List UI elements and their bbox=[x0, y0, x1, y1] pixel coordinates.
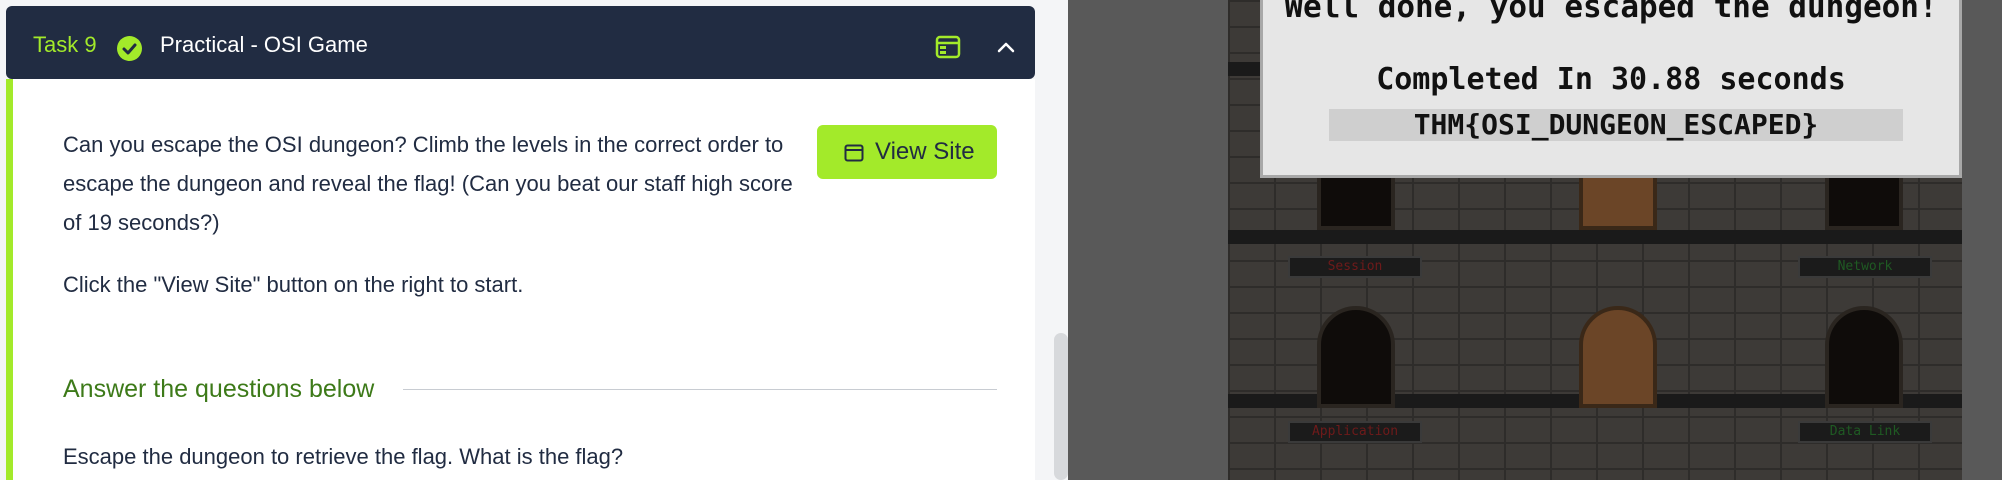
completion-time: Completed In 30.88 seconds bbox=[1376, 62, 1846, 97]
answers-heading: Answer the questions below bbox=[63, 375, 397, 404]
layer-sign-network: Network bbox=[1798, 256, 1932, 278]
task-number: Task 9 bbox=[33, 32, 97, 57]
layer-sign-data-link: Data Link bbox=[1798, 421, 1932, 443]
game-viewport: Session Network Application Data Link We… bbox=[1068, 0, 2002, 480]
view-site-label: View Site bbox=[875, 138, 975, 165]
chevron-up-icon[interactable] bbox=[994, 36, 1018, 65]
scrollbar[interactable] bbox=[1054, 333, 1068, 480]
task-instruction: Click the "View Site" button on the righ… bbox=[63, 272, 524, 297]
osi-dungeon-game[interactable]: Session Network Application Data Link We… bbox=[1228, 0, 1962, 480]
browser-window-icon[interactable] bbox=[935, 35, 961, 64]
view-site-button[interactable]: View Site bbox=[817, 125, 997, 179]
flag-text: THM{OSI_DUNGEON_ESCAPED} bbox=[1329, 109, 1903, 141]
layer-sign-application: Application bbox=[1288, 421, 1422, 443]
dungeon-door[interactable] bbox=[1579, 306, 1657, 408]
question-text: Escape the dungeon to retrieve the flag.… bbox=[63, 444, 624, 469]
divider bbox=[403, 389, 997, 390]
task-description: Can you escape the OSI dungeon? Climb th… bbox=[63, 132, 793, 235]
win-message: Well done, you escaped the dungeon! bbox=[1284, 0, 1938, 25]
win-message-box: Well done, you escaped the dungeon! Comp… bbox=[1260, 0, 1962, 178]
dungeon-door[interactable] bbox=[1317, 306, 1395, 408]
task-body: Can you escape the OSI dungeon? Climb th… bbox=[6, 79, 1035, 480]
task-title: Practical - OSI Game bbox=[160, 32, 368, 57]
task-header[interactable]: Task 9 Practical - OSI Game bbox=[6, 6, 1035, 79]
task-panel: Task 9 Practical - OSI Game Can you esca… bbox=[0, 0, 1068, 480]
browser-window-icon bbox=[844, 144, 864, 162]
floor-beam bbox=[1228, 230, 1962, 244]
dungeon-door[interactable] bbox=[1825, 306, 1903, 408]
layer-sign-session: Session bbox=[1288, 256, 1422, 278]
completed-check-icon bbox=[117, 36, 142, 61]
